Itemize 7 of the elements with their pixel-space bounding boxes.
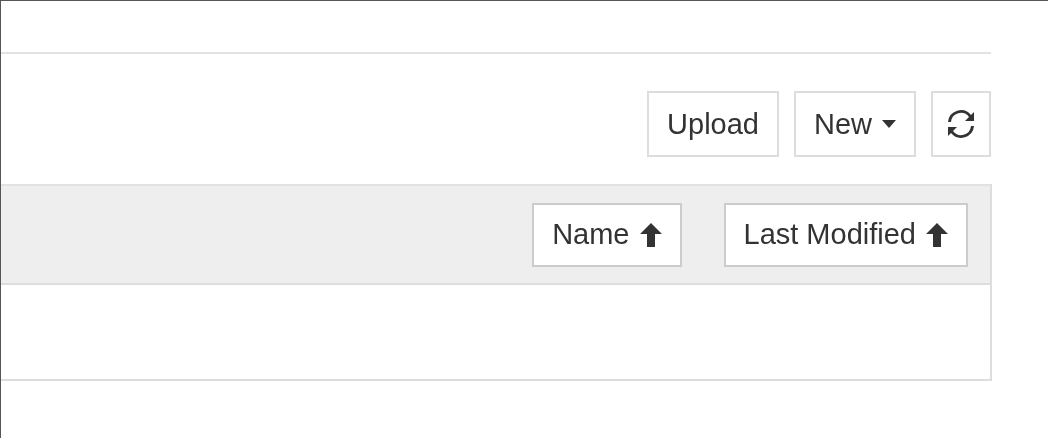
upload-button[interactable]: Upload bbox=[647, 91, 779, 157]
sort-button[interactable]: Name bbox=[532, 202, 682, 267]
new-dropdown-button[interactable]: New bbox=[794, 91, 916, 157]
refresh-button[interactable] bbox=[931, 91, 991, 157]
refresh-icon bbox=[947, 110, 975, 138]
caret-icon bbox=[882, 120, 896, 128]
sort-button[interactable]: Last Modified bbox=[723, 202, 968, 267]
